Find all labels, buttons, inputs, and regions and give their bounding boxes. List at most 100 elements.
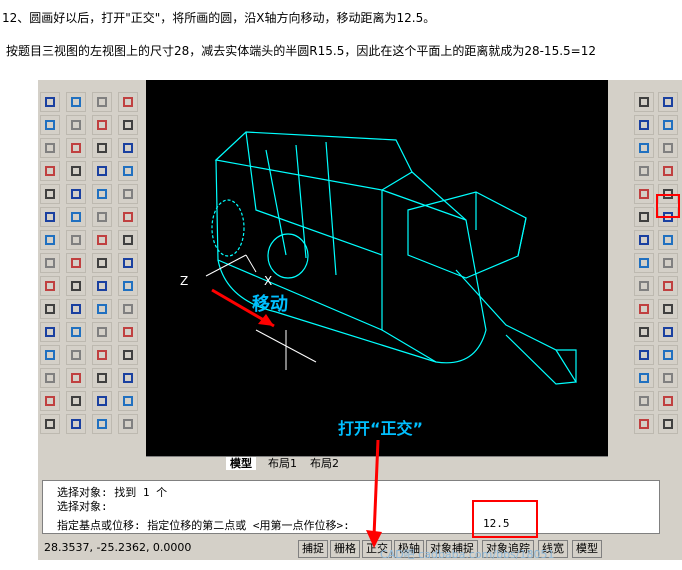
toolbar-tool-icon[interactable] bbox=[92, 368, 112, 388]
toolbar-tool-icon[interactable] bbox=[658, 414, 678, 434]
ortho-annotation: 打开“正交” bbox=[338, 419, 423, 438]
toolbar-tool-icon[interactable] bbox=[634, 230, 654, 250]
toolbar-tool-icon[interactable] bbox=[658, 391, 678, 411]
drawing-canvas[interactable]: Z X 移动 打开“正交” bbox=[146, 80, 608, 456]
toolbar-tool-icon[interactable] bbox=[92, 138, 112, 158]
snap-toggle[interactable]: 捕捉 bbox=[298, 540, 328, 558]
toolbar-tool-icon[interactable] bbox=[92, 92, 112, 112]
toolbar-tool-icon[interactable] bbox=[66, 115, 86, 135]
toolbar-tool-icon[interactable] bbox=[634, 391, 654, 411]
toolbar-tool-icon[interactable] bbox=[92, 345, 112, 365]
toolbar-tool-icon[interactable] bbox=[66, 207, 86, 227]
toolbar-tool-icon[interactable] bbox=[40, 322, 60, 342]
tool-glyph-icon bbox=[123, 212, 133, 222]
toolbar-tool-icon[interactable] bbox=[634, 184, 654, 204]
toolbar-tool-icon[interactable] bbox=[118, 138, 138, 158]
toolbar-tool-icon[interactable] bbox=[118, 161, 138, 181]
toolbar-tool-icon[interactable] bbox=[118, 92, 138, 112]
model-toggle[interactable]: 模型 bbox=[572, 540, 602, 558]
toolbar-tool-icon[interactable] bbox=[92, 207, 112, 227]
toolbar-tool-icon[interactable] bbox=[66, 345, 86, 365]
toolbar-tool-icon[interactable] bbox=[40, 230, 60, 250]
toolbar-tool-icon[interactable] bbox=[118, 276, 138, 296]
toolbar-tool-icon[interactable] bbox=[40, 345, 60, 365]
toolbar-tool-icon[interactable] bbox=[40, 299, 60, 319]
toolbar-tool-icon[interactable] bbox=[118, 207, 138, 227]
toolbar-tool-icon[interactable] bbox=[66, 276, 86, 296]
toolbar-tool-icon[interactable] bbox=[118, 115, 138, 135]
toolbar-tool-icon[interactable] bbox=[118, 253, 138, 273]
toolbar-tool-icon[interactable] bbox=[92, 299, 112, 319]
toolbar-tool-icon[interactable] bbox=[658, 299, 678, 319]
toolbar-tool-icon[interactable] bbox=[40, 414, 60, 434]
toolbar-tool-icon[interactable] bbox=[66, 414, 86, 434]
toolbar-tool-icon[interactable] bbox=[40, 92, 60, 112]
toolbar-tool-icon[interactable] bbox=[92, 115, 112, 135]
toolbar-tool-icon[interactable] bbox=[40, 115, 60, 135]
toolbar-tool-icon[interactable] bbox=[658, 276, 678, 296]
toolbar-tool-icon[interactable] bbox=[92, 391, 112, 411]
grid-toggle[interactable]: 栅格 bbox=[330, 540, 360, 558]
toolbar-tool-icon[interactable] bbox=[118, 322, 138, 342]
toolbar-tool-icon[interactable] bbox=[40, 138, 60, 158]
toolbar-tool-icon[interactable] bbox=[92, 322, 112, 342]
toolbar-tool-icon[interactable] bbox=[92, 414, 112, 434]
toolbar-tool-icon[interactable] bbox=[658, 161, 678, 181]
tab-layout1[interactable]: 布局1 bbox=[264, 457, 301, 470]
toolbar-tool-icon[interactable] bbox=[658, 345, 678, 365]
toolbar-tool-icon[interactable] bbox=[92, 253, 112, 273]
toolbar-tool-icon[interactable] bbox=[66, 161, 86, 181]
toolbar-tool-icon[interactable] bbox=[634, 322, 654, 342]
toolbar-tool-icon[interactable] bbox=[658, 92, 678, 112]
toolbar-tool-icon[interactable] bbox=[40, 391, 60, 411]
toolbar-tool-icon[interactable] bbox=[634, 115, 654, 135]
toolbar-tool-icon[interactable] bbox=[92, 161, 112, 181]
toolbar-tool-icon[interactable] bbox=[92, 276, 112, 296]
toolbar-tool-icon[interactable] bbox=[658, 115, 678, 135]
toolbar-tool-icon[interactable] bbox=[118, 345, 138, 365]
toolbar-tool-icon[interactable] bbox=[634, 138, 654, 158]
toolbar-tool-icon[interactable] bbox=[658, 138, 678, 158]
toolbar-tool-icon[interactable] bbox=[92, 230, 112, 250]
toolbar-tool-icon[interactable] bbox=[118, 184, 138, 204]
toolbar-tool-icon[interactable] bbox=[66, 138, 86, 158]
toolbar-tool-icon[interactable] bbox=[66, 184, 86, 204]
toolbar-tool-icon[interactable] bbox=[92, 184, 112, 204]
toolbar-tool-icon[interactable] bbox=[634, 368, 654, 388]
toolbar-tool-icon[interactable] bbox=[118, 368, 138, 388]
toolbar-tool-icon[interactable] bbox=[66, 368, 86, 388]
toolbar-tool-icon[interactable] bbox=[66, 299, 86, 319]
tab-layout2[interactable]: 布局2 bbox=[306, 457, 343, 470]
command-window[interactable]: 选择对象: 找到 1 个 选择对象: 指定基点或位移: 指定位移的第二点或 <用… bbox=[42, 480, 660, 534]
toolbar-tool-icon[interactable] bbox=[634, 299, 654, 319]
toolbar-tool-icon[interactable] bbox=[66, 322, 86, 342]
toolbar-tool-icon[interactable] bbox=[66, 92, 86, 112]
toolbar-tool-icon[interactable] bbox=[658, 322, 678, 342]
toolbar-tool-icon[interactable] bbox=[634, 253, 654, 273]
toolbar-tool-icon[interactable] bbox=[40, 161, 60, 181]
toolbar-tool-icon[interactable] bbox=[40, 207, 60, 227]
toolbar-tool-icon[interactable] bbox=[634, 161, 654, 181]
toolbar-tool-icon[interactable] bbox=[118, 414, 138, 434]
toolbar-tool-icon[interactable] bbox=[634, 414, 654, 434]
toolbar-tool-icon[interactable] bbox=[634, 207, 654, 227]
toolbar-tool-icon[interactable] bbox=[658, 230, 678, 250]
toolbar-tool-icon[interactable] bbox=[634, 92, 654, 112]
toolbar-tool-icon[interactable] bbox=[40, 276, 60, 296]
toolbar-tool-icon[interactable] bbox=[40, 184, 60, 204]
toolbar-tool-icon[interactable] bbox=[658, 368, 678, 388]
toolbar-tool-icon[interactable] bbox=[40, 368, 60, 388]
tool-glyph-icon bbox=[663, 304, 673, 314]
toolbar-tool-icon[interactable] bbox=[66, 230, 86, 250]
toolbar-tool-icon[interactable] bbox=[634, 345, 654, 365]
toolbar-tool-icon[interactable] bbox=[118, 391, 138, 411]
toolbar-tool-icon[interactable] bbox=[658, 253, 678, 273]
toolbar-tool-icon[interactable] bbox=[118, 230, 138, 250]
toolbar-tool-icon[interactable] bbox=[634, 276, 654, 296]
toolbar-tool-icon[interactable] bbox=[66, 253, 86, 273]
tab-model[interactable]: 模型 bbox=[226, 457, 256, 470]
modify-toolbar-right-2 bbox=[658, 92, 680, 437]
toolbar-tool-icon[interactable] bbox=[118, 299, 138, 319]
toolbar-tool-icon[interactable] bbox=[40, 253, 60, 273]
toolbar-tool-icon[interactable] bbox=[66, 391, 86, 411]
